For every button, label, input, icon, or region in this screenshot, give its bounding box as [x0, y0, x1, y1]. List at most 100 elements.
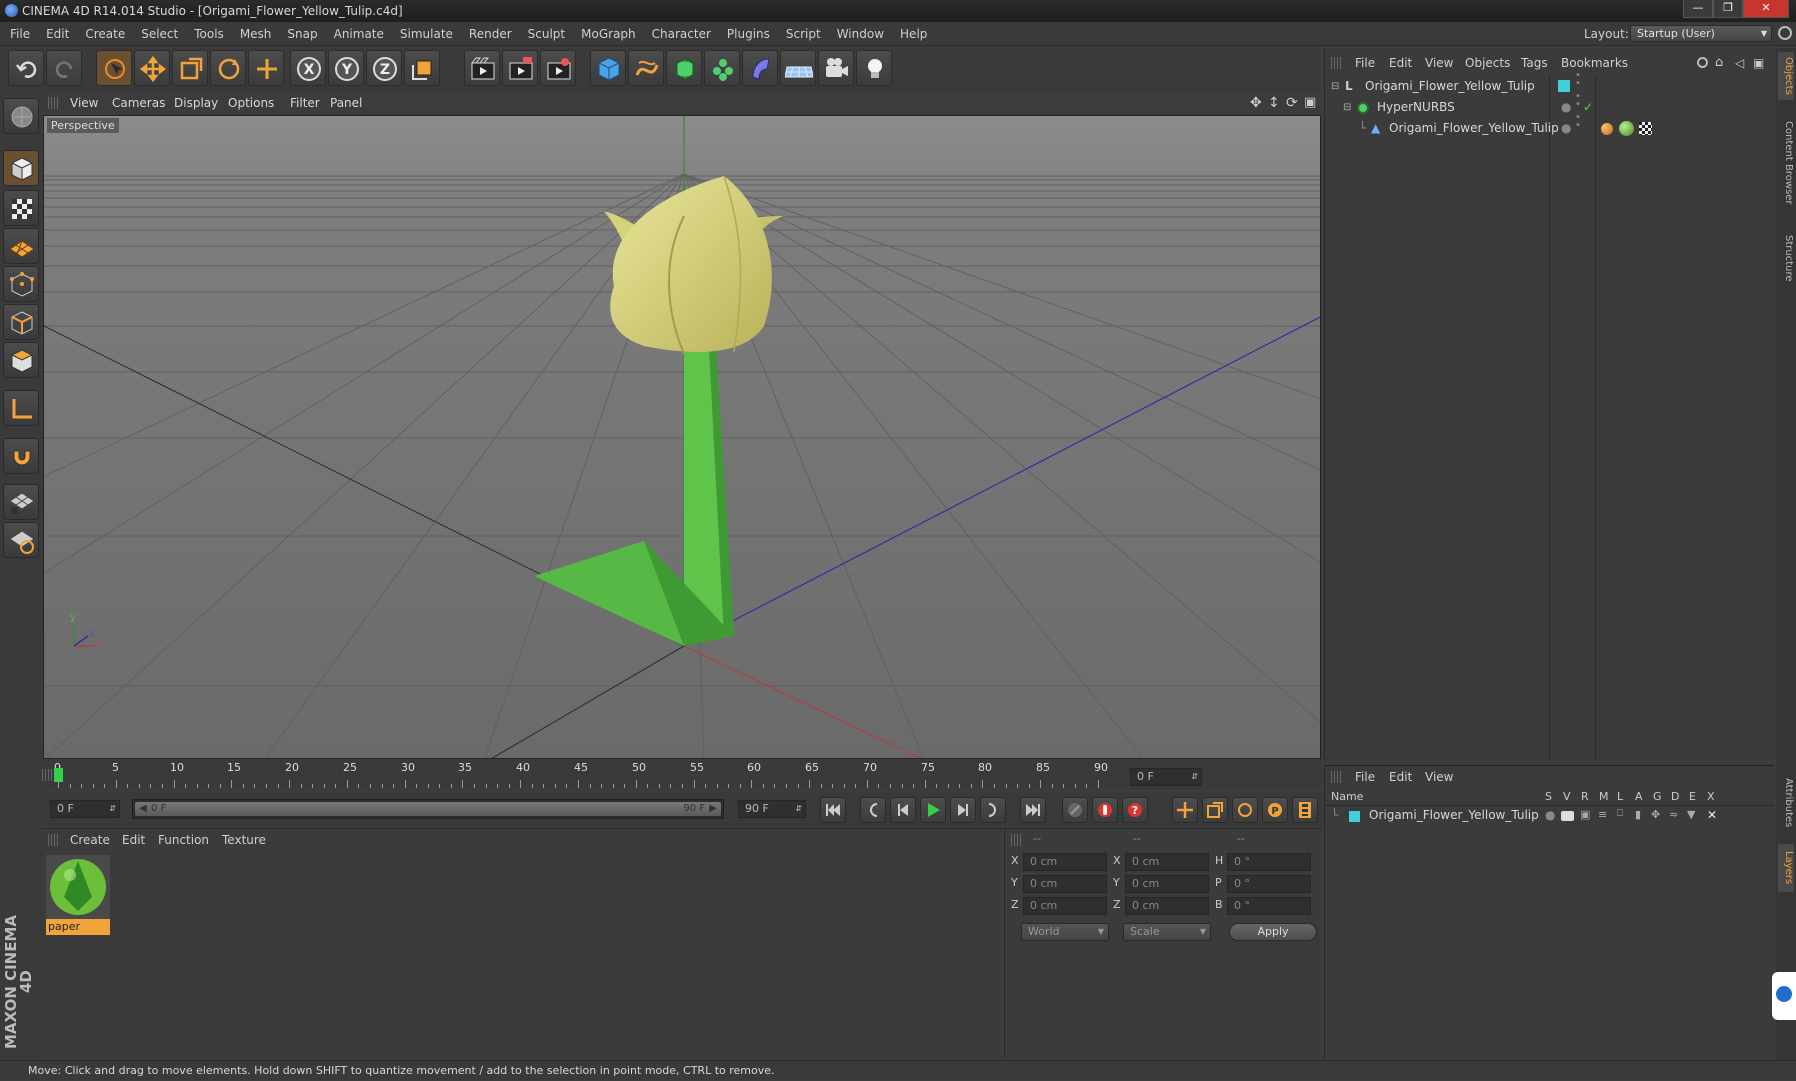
add-tool[interactable] — [248, 50, 284, 86]
menu-script[interactable]: Script — [778, 22, 829, 46]
go-to-end-button[interactable] — [1020, 797, 1046, 823]
search-icon[interactable] — [1778, 26, 1792, 40]
phong-tag-icon[interactable] — [1601, 123, 1613, 135]
tree-row-hypernurbs[interactable]: ⊟ HyperNURBS ● • • ✓ — [1325, 92, 1775, 118]
visibility-dot[interactable]: ● — [1561, 118, 1571, 139]
z-axis-lock[interactable]: Z — [366, 50, 402, 86]
model-mode-button[interactable] — [3, 150, 39, 186]
objects-menu-tags[interactable]: Tags — [1521, 52, 1548, 74]
current-frame-field[interactable]: 0 F ⇵ — [1130, 768, 1202, 786]
collapse-icon[interactable]: ⊟ — [1343, 97, 1351, 118]
rotation-b-field[interactable]: 0 ° — [1227, 897, 1311, 915]
scale-tool[interactable] — [172, 50, 208, 86]
snap-workplane-button[interactable] — [3, 484, 39, 520]
home-icon[interactable]: ⌂ — [1715, 52, 1723, 74]
render-view-button[interactable] — [464, 50, 500, 86]
cube-object-button[interactable] — [590, 50, 626, 86]
frame-range-handle[interactable]: ◀ 0 F 90 F ▶ — [135, 802, 721, 816]
go-to-start-button[interactable] — [820, 797, 846, 823]
manager-icon[interactable]: ≡ — [1598, 808, 1607, 821]
objects-menu-objects[interactable]: Objects — [1465, 52, 1510, 74]
next-frame-button[interactable] — [950, 797, 976, 823]
size-z-field[interactable]: 0 cm — [1125, 897, 1209, 915]
solo-dot-icon[interactable]: ● — [1545, 808, 1555, 822]
menu-window[interactable]: Window — [829, 22, 892, 46]
end-frame-field[interactable]: 90 F ⇵ — [738, 800, 806, 818]
back-icon[interactable]: ◁ — [1735, 52, 1744, 74]
material-menu-texture[interactable]: Texture — [222, 829, 266, 851]
workplane-mode-button[interactable] — [3, 228, 39, 264]
live-selection-tool[interactable] — [96, 50, 132, 86]
move-tool[interactable] — [134, 50, 170, 86]
menu-animate[interactable]: Animate — [326, 22, 392, 46]
render-settings-button[interactable] — [540, 50, 576, 86]
viewport-menu-view[interactable]: View — [70, 92, 98, 114]
coordinate-system-toggle[interactable] — [404, 50, 440, 86]
close-button[interactable]: ✕ — [1743, 0, 1789, 18]
position-y-field[interactable]: 0 cm — [1023, 875, 1107, 893]
menu-file[interactable]: File — [2, 22, 38, 46]
rotation-h-field[interactable]: 0 ° — [1227, 853, 1311, 871]
restore-button[interactable]: ❐ — [1713, 0, 1743, 18]
visibility-dots[interactable]: • • — [1575, 71, 1581, 89]
visibility-dots[interactable]: • • — [1575, 92, 1581, 110]
uvw-tag-icon[interactable] — [1639, 122, 1652, 135]
material-menu-function[interactable]: Function — [158, 829, 209, 851]
pan-view-icon[interactable]: ✥ — [1250, 92, 1262, 114]
move-view-icon[interactable]: ↕ — [1268, 92, 1280, 114]
objects-menu-bookmarks[interactable]: Bookmarks — [1561, 52, 1628, 74]
menu-plugins[interactable]: Plugins — [719, 22, 778, 46]
size-mode-select[interactable]: Scale ▼ — [1123, 923, 1211, 941]
size-x-field[interactable]: 0 cm — [1125, 853, 1209, 871]
frame-range-slider[interactable]: ◀ 0 F 90 F ▶ — [132, 799, 724, 819]
menu-create[interactable]: Create — [77, 22, 133, 46]
points-mode-button[interactable] — [3, 266, 39, 302]
menu-edit[interactable]: Edit — [38, 22, 77, 46]
texture-mode-button[interactable] — [3, 190, 39, 226]
layout-select[interactable]: Startup (User) ▼ — [1630, 25, 1772, 42]
tree-row-null[interactable]: ⊟ L Origami_Flower_Yellow_Tulip • • — [1325, 71, 1775, 97]
viewport-menu-display[interactable]: Display — [174, 92, 218, 114]
redo-button[interactable] — [46, 50, 82, 86]
menu-mograph[interactable]: MoGraph — [573, 22, 644, 46]
position-x-field[interactable]: 0 cm — [1023, 853, 1107, 871]
objects-menu-edit[interactable]: Edit — [1389, 52, 1412, 74]
menu-sculpt[interactable]: Sculpt — [520, 22, 573, 46]
menu-help[interactable]: Help — [892, 22, 935, 46]
tab-objects[interactable]: Objects — [1778, 52, 1794, 100]
record-active-objects-button[interactable] — [1092, 797, 1118, 823]
material-swatch[interactable]: paper — [46, 855, 110, 935]
viewport-menu-cameras[interactable]: Cameras — [112, 92, 165, 114]
tweak-magnet-button[interactable] — [3, 438, 39, 474]
light-object-button[interactable] — [856, 50, 892, 86]
view-eye-icon[interactable] — [1561, 811, 1574, 821]
visibility-dot[interactable]: ● — [1561, 97, 1571, 118]
material-menu-edit[interactable]: Edit — [122, 829, 145, 851]
autokeying-button[interactable]: ? — [1122, 797, 1148, 823]
collapse-icon[interactable]: ⊟ — [1331, 76, 1339, 97]
menu-render[interactable]: Render — [461, 22, 520, 46]
position-z-field[interactable]: 0 cm — [1023, 897, 1107, 915]
remote-support-icon[interactable] — [1772, 972, 1796, 1020]
objects-menu-view[interactable]: View — [1425, 52, 1453, 74]
menu-tools[interactable]: Tools — [186, 22, 232, 46]
minimize-button[interactable]: — — [1683, 0, 1713, 18]
enable-axis-button[interactable] — [3, 390, 39, 426]
coordinate-mode-select[interactable]: World ▼ — [1021, 923, 1109, 941]
menu-mesh[interactable]: Mesh — [232, 22, 280, 46]
deformer-bend-button[interactable] — [742, 50, 778, 86]
material-tag-icon[interactable] — [1619, 121, 1634, 136]
layer-row[interactable]: └ Origami_Flower_Yellow_Tulip ● ▣ ≡ ⎕ ▮ … — [1325, 808, 1775, 826]
material-menu-create[interactable]: Create — [70, 829, 110, 851]
make-editable-button[interactable] — [3, 98, 39, 134]
3d-viewport[interactable]: Perspective y x z — [43, 115, 1321, 759]
tree-row-polygon[interactable]: └ ▲ Origami_Flower_Yellow_Tulip ● • • — [1325, 113, 1775, 139]
menu-select[interactable]: Select — [133, 22, 186, 46]
objects-menu-file[interactable]: File — [1355, 52, 1375, 74]
dope-sheet-button[interactable] — [1292, 797, 1318, 823]
deformers-icon[interactable]: ≈ — [1669, 808, 1678, 821]
rotate-tool[interactable] — [210, 50, 246, 86]
mograph-cloner-button[interactable] — [704, 50, 740, 86]
enabled-check-icon[interactable]: ✓ — [1583, 97, 1593, 118]
viewport-menu-filter[interactable]: Filter — [290, 92, 320, 114]
